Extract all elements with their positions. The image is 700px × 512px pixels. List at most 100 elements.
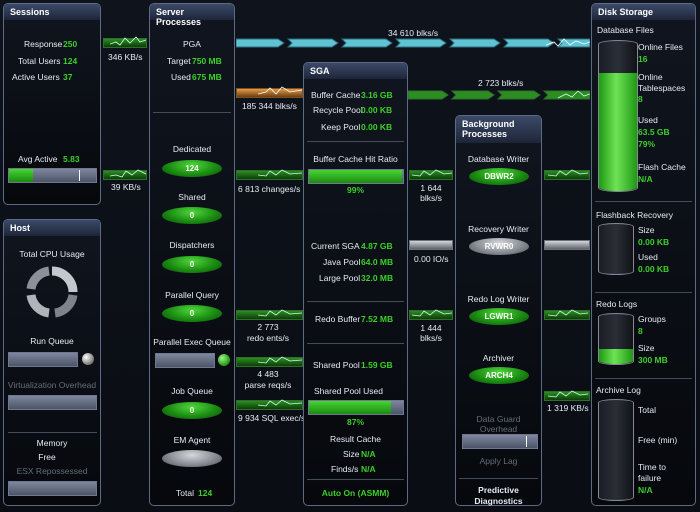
- online-tablespaces-label-2: Tablespaces: [638, 83, 686, 93]
- database-files-label: Database Files: [597, 25, 654, 35]
- fr-used-label: Used: [638, 252, 658, 262]
- recycle-pool-label: Recycle Pool: [313, 105, 363, 115]
- flow-pga-out-label: 185 344 blks/s: [242, 101, 297, 111]
- online-tablespaces-label-1: Online: [638, 72, 663, 82]
- job-queue-pill[interactable]: 0: [162, 402, 222, 419]
- parallel-query-label: Parallel Query: [165, 290, 219, 300]
- redo-log-writer-pill[interactable]: LGWR1: [469, 308, 529, 325]
- online-files-label: Online Files: [638, 42, 683, 52]
- active-users-value: 37: [63, 72, 73, 82]
- em-agent-label: EM Agent: [173, 435, 211, 445]
- result-cache-label: Result Cache: [329, 434, 382, 444]
- virt-label: Virtualization Overhead: [7, 380, 97, 390]
- ttf-label-1: Time to: [638, 462, 667, 472]
- recovery-writer-pill[interactable]: RVWR0: [469, 238, 529, 255]
- active-users-label: Active Users: [12, 72, 60, 82]
- flow-archive-label: 1 319 KB/s: [547, 403, 589, 413]
- groups-value: 8: [638, 326, 643, 336]
- shared-pool-used-label: Shared Pool Used: [314, 386, 383, 396]
- redo-buffer-value: 7.52 MB: [361, 314, 394, 324]
- disk-divider-3: [595, 378, 692, 379]
- online-tablespaces-value: 8: [638, 94, 643, 104]
- sga-divider-4: [307, 479, 404, 480]
- em-agent-pill[interactable]: [162, 450, 222, 467]
- total-value: 124: [198, 488, 213, 498]
- flow-redo-ents-unit: redo ents/s: [246, 333, 290, 343]
- java-pool-label: Java Pool: [323, 257, 361, 267]
- large-pool-label: Large Pool: [319, 273, 361, 283]
- bg-title-line2: Processes: [462, 129, 508, 139]
- flash-cache-value: N/A: [638, 174, 653, 184]
- flow-changes-label: 6 813 changes/s: [238, 184, 301, 194]
- run-queue-indicator: [82, 353, 94, 365]
- memory-free-label: Free: [38, 452, 56, 462]
- shared-pool-label: Shared Pool: [313, 360, 360, 370]
- disk-storage-panel[interactable]: Disk Storage Database Files Online Files…: [591, 3, 696, 506]
- result-cache-size-label: Size: [343, 449, 360, 459]
- java-pool-value: 64.0 MB: [361, 257, 394, 267]
- flow-sga-bg1-label: 1 644: [420, 183, 442, 193]
- parallel-query-pill[interactable]: 0: [162, 305, 222, 322]
- archive-total-label: Total: [638, 405, 656, 415]
- shared-pill[interactable]: 0: [162, 207, 222, 224]
- archive-log-label: Archive Log: [596, 385, 641, 395]
- disk-storage-title: Disk Storage: [592, 4, 695, 20]
- virt-bar: [8, 395, 97, 410]
- server-processes-panel[interactable]: Server Processes PGA Target 750 MB Used …: [149, 3, 235, 506]
- result-cache-size-value: N/A: [361, 449, 376, 459]
- recovery-writer-label: Recovery Writer: [468, 224, 529, 234]
- total-users-label: Total Users: [18, 56, 61, 66]
- host-divider: [8, 432, 97, 433]
- disk-divider-2: [595, 292, 692, 293]
- dispatchers-pill[interactable]: 0: [162, 256, 222, 273]
- flow-sql-exec-label: 9 934 SQL exec/s: [238, 413, 306, 423]
- total-label: Total: [176, 488, 194, 498]
- db-used-value: 63.5 GB: [638, 127, 670, 137]
- bg-title-line1: Background: [462, 119, 515, 129]
- db-used-percent: 79%: [638, 139, 656, 149]
- shared-pool-value: 1.59 GB: [361, 360, 393, 370]
- redo-buffer-label: Redo Buffer: [315, 314, 361, 324]
- flow-parse-unit: parse reqs/s: [244, 380, 292, 390]
- archiver-pill[interactable]: ARCH4: [469, 367, 529, 384]
- bg-divider: [459, 478, 538, 479]
- pga-label: PGA: [183, 39, 201, 49]
- dedicated-pill[interactable]: 124: [162, 160, 222, 177]
- predictive-label-1: Predictive: [478, 485, 519, 495]
- avg-active-value: 5.83: [63, 154, 80, 164]
- database-writer-pill[interactable]: DBWR2: [469, 168, 529, 185]
- archive-free-label: Free (min): [638, 435, 678, 445]
- cpu-label: Total CPU Usage: [19, 249, 85, 259]
- online-files-value: 16: [638, 54, 648, 64]
- flash-cache-label: Flash Cache: [638, 162, 686, 172]
- flow-sessions-top-label: 346 KB/s: [108, 52, 143, 62]
- sga-panel[interactable]: SGA Buffer Cache 3.16 GB Recycle Pool 0.…: [303, 62, 408, 506]
- job-queue-label: Job Queue: [171, 386, 213, 396]
- flow-sga-bg2-label: 1 444: [420, 323, 442, 333]
- avg-active-bar: [8, 168, 97, 183]
- buffer-cache-value: 3.16 GB: [361, 90, 393, 100]
- sessions-panel[interactable]: Sessions Response 250 Total Users 124 Ac…: [3, 3, 101, 205]
- keep-pool-value: 0.00 KB: [361, 122, 393, 132]
- data-guard-label-1: Data Guard: [476, 414, 521, 424]
- fr-size-label: Size: [638, 225, 655, 235]
- cpu-usage-ring-icon: [26, 266, 78, 318]
- flow-sessions-bottom-label: 39 KB/s: [111, 182, 141, 192]
- current-sga-value: 4.87 GB: [361, 241, 393, 251]
- redo-logs-label: Redo Logs: [596, 299, 638, 309]
- apply-lag-label: Apply Lag: [479, 456, 518, 466]
- sessions-title: Sessions: [4, 4, 100, 20]
- predictive-label-2: Diagnostics: [474, 496, 523, 506]
- ttf-value: N/A: [638, 485, 653, 495]
- host-panel[interactable]: Host Total CPU Usage Run Queue Virtualiz…: [3, 219, 101, 506]
- dedicated-label: Dedicated: [172, 144, 212, 154]
- background-processes-panel[interactable]: Background Processes Database Writer DBW…: [455, 115, 542, 506]
- fr-size-value: 0.00 KB: [638, 237, 670, 247]
- total-users-value: 124: [63, 56, 78, 66]
- sga-divider-1: [307, 141, 404, 142]
- memory-label: Memory: [36, 438, 68, 448]
- shared-pool-used-value: 87%: [346, 417, 364, 427]
- run-queue-bar: [8, 352, 78, 367]
- host-title: Host: [4, 220, 100, 236]
- flow-redo-ents-label: 2 773: [257, 322, 279, 332]
